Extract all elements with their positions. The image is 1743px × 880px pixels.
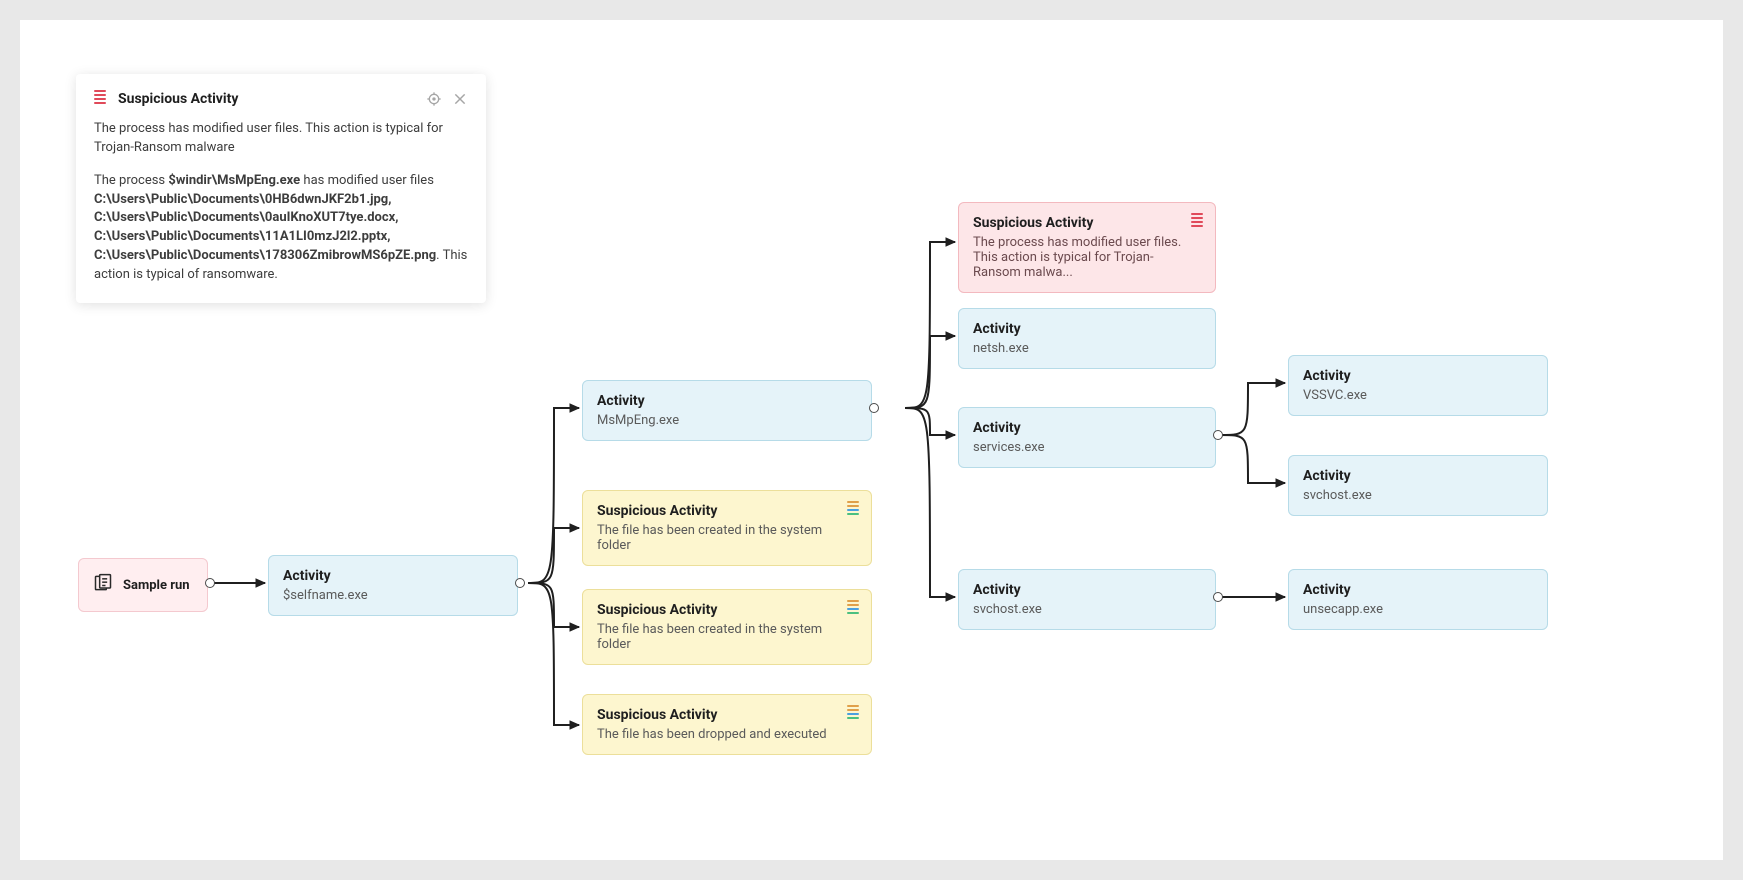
node-subtitle: svchost.exe: [1303, 488, 1533, 503]
node-subtitle: $selfname.exe: [283, 588, 503, 603]
node-activity-svchost-2[interactable]: Activity svchost.exe: [1288, 455, 1548, 516]
node-subtitle: VSSVC.exe: [1303, 388, 1533, 403]
node-subtitle: The file has been dropped and executed: [597, 727, 857, 742]
node-suspicious-dropped-executed[interactable]: Suspicious Activity The file has been dr…: [582, 694, 872, 755]
node-activity-svchost-1[interactable]: Activity svchost.exe: [958, 569, 1216, 630]
severity-icon: [1191, 213, 1203, 227]
process-tree-canvas[interactable]: Suspicious Activity: [20, 20, 1723, 860]
node-activity-vssvc[interactable]: Activity VSSVC.exe: [1288, 355, 1548, 416]
node-title: Suspicious Activity: [973, 215, 1201, 231]
expand-port[interactable]: [515, 578, 525, 588]
node-title: Activity: [1303, 368, 1533, 384]
severity-icon: [847, 600, 859, 614]
node-activity-netsh[interactable]: Activity netsh.exe: [958, 308, 1216, 369]
node-title: Sample run: [123, 578, 190, 593]
node-subtitle: MsMpEng.exe: [597, 413, 857, 428]
node-sample-run[interactable]: Sample run: [78, 558, 208, 612]
severity-icon: [847, 501, 859, 515]
sample-icon: [93, 573, 113, 597]
close-button[interactable]: [452, 91, 468, 107]
node-subtitle: netsh.exe: [973, 341, 1201, 356]
node-subtitle: The file has been created in the system …: [597, 523, 857, 553]
node-title: Suspicious Activity: [597, 503, 857, 519]
node-title: Suspicious Activity: [597, 602, 857, 618]
severity-icon: [847, 705, 859, 719]
node-subtitle: unsecapp.exe: [1303, 602, 1533, 617]
node-activity-unsecapp[interactable]: Activity unsecapp.exe: [1288, 569, 1548, 630]
node-title: Activity: [1303, 582, 1533, 598]
detail-title: Suspicious Activity: [118, 91, 414, 107]
node-title: Activity: [973, 321, 1201, 337]
node-activity-selfname[interactable]: Activity $selfname.exe: [268, 555, 518, 616]
node-subtitle: svchost.exe: [973, 602, 1201, 617]
detail-body: The process $windir\MsMpEng.exe has modi…: [94, 172, 468, 285]
detail-panel: Suspicious Activity: [76, 74, 486, 303]
node-suspicious-system-folder-2[interactable]: Suspicious Activity The file has been cr…: [582, 589, 872, 665]
node-title: Activity: [283, 568, 503, 584]
node-subtitle: The file has been created in the system …: [597, 622, 857, 652]
node-subtitle: services.exe: [973, 440, 1201, 455]
node-subtitle: The process has modified user files. Thi…: [973, 235, 1201, 280]
node-title: Activity: [597, 393, 857, 409]
node-activity-msmpeng[interactable]: Activity MsMpEng.exe: [582, 380, 872, 441]
node-activity-services[interactable]: Activity services.exe: [958, 407, 1216, 468]
expand-port[interactable]: [205, 578, 215, 588]
node-title: Activity: [973, 582, 1201, 598]
expand-port[interactable]: [1213, 592, 1223, 602]
node-title: Activity: [973, 420, 1201, 436]
detail-description: The process has modified user files. Thi…: [94, 120, 468, 158]
node-suspicious-modified-files[interactable]: Suspicious Activity The process has modi…: [958, 202, 1216, 293]
alert-icon: [94, 90, 106, 108]
node-title: Suspicious Activity: [597, 707, 857, 723]
node-title: Activity: [1303, 468, 1533, 484]
node-suspicious-system-folder-1[interactable]: Suspicious Activity The file has been cr…: [582, 490, 872, 566]
expand-port[interactable]: [869, 403, 879, 413]
expand-port[interactable]: [1213, 430, 1223, 440]
locate-button[interactable]: [426, 91, 442, 107]
